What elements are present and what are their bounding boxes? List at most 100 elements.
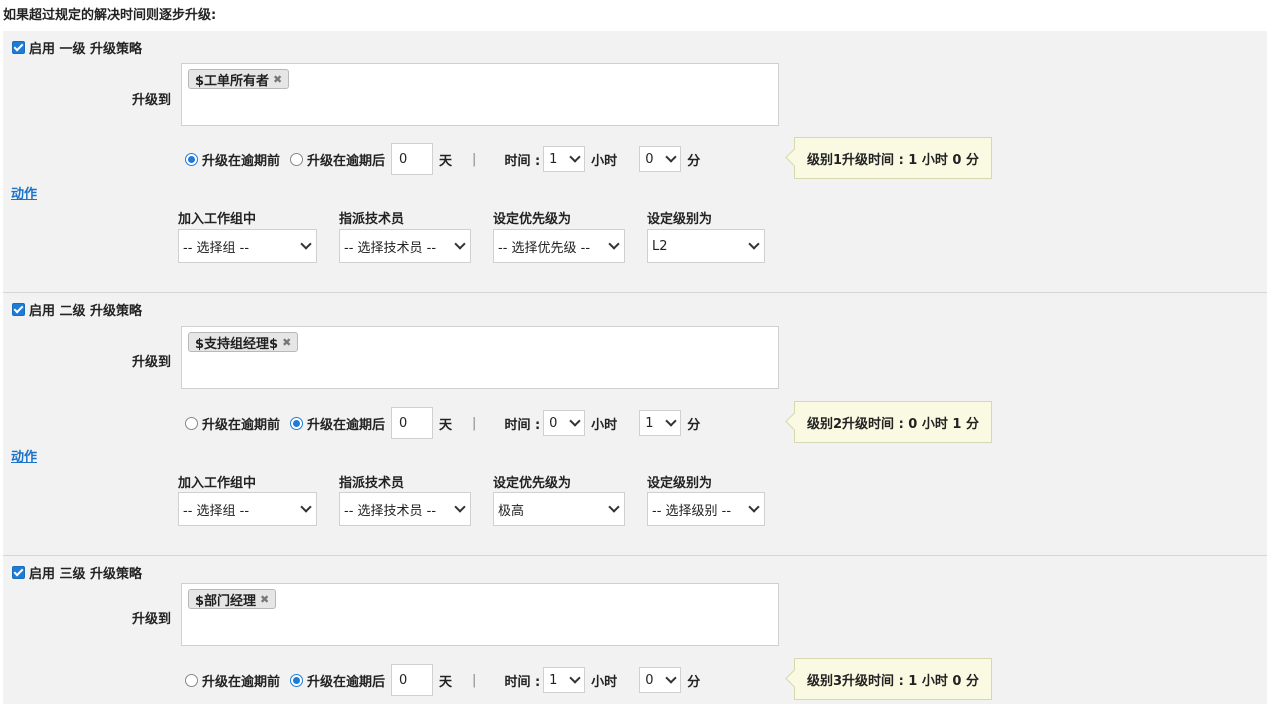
checkbox-checked-icon[interactable] — [12, 303, 25, 316]
level-select-value: -- 选择级别 -- — [652, 503, 732, 519]
recipient-chip-label: $部门经理 — [195, 593, 257, 609]
priority-select[interactable]: 极高 — [493, 492, 625, 526]
chevron-down-icon — [665, 415, 677, 427]
level-1-block: 启用 一级 升级策略 升级到 $工单所有者 ✖ 升级在逾期前 升级在逾期后 0 … — [3, 31, 1267, 293]
escalation-time-tip: 级别2升级时间 : 0 小时 1 分 — [794, 401, 992, 443]
minute-unit: 分 — [687, 674, 701, 690]
minute-select[interactable]: 0 — [639, 146, 682, 172]
separator: | — [472, 672, 477, 688]
priority-select[interactable]: -- 选择优先级 -- — [493, 229, 625, 263]
level-3-enable-label: 启用 三级 升级策略 — [29, 567, 143, 582]
days-unit: 天 — [439, 153, 453, 169]
level-label: 设定级别为 — [647, 212, 713, 227]
radio-before-overdue[interactable] — [185, 416, 198, 430]
chevron-down-icon — [665, 672, 677, 684]
chevron-down-icon — [454, 501, 466, 513]
hour-select[interactable]: 0 — [543, 410, 586, 436]
days-input[interactable]: 0 — [391, 664, 434, 696]
remove-icon[interactable]: ✖ — [260, 593, 269, 606]
recipient-chip: $部门经理 ✖ — [188, 589, 277, 609]
time-label: 时间 : — [504, 417, 541, 433]
technician-label: 指派技术员 — [339, 476, 405, 491]
chevron-down-icon — [300, 238, 312, 250]
escalate-to-label: 升级到 — [132, 93, 172, 108]
hour-unit: 小时 — [591, 153, 618, 169]
radio-after-overdue[interactable] — [290, 416, 304, 430]
chevron-down-icon — [748, 501, 760, 513]
minute-value: 0 — [645, 672, 654, 688]
level-3-block: 启用 三级 升级策略 升级到 $部门经理 ✖ 升级在逾期前 升级在逾期后 0 天… — [3, 556, 1267, 704]
chevron-down-icon — [569, 151, 581, 163]
action-link[interactable]: 动作 — [11, 446, 37, 465]
after-overdue-label: 升级在逾期后 — [307, 674, 386, 690]
level-3-enable[interactable]: 启用 三级 升级策略 — [12, 563, 142, 582]
radio-before-overdue[interactable] — [185, 673, 198, 687]
level-2-block: 启用 二级 升级策略 升级到 $支持组经理$ ✖ 升级在逾期前 升级在逾期后 0… — [3, 293, 1267, 556]
after-overdue-label: 升级在逾期后 — [307, 153, 386, 169]
escalate-to-input[interactable]: $工单所有者 ✖ — [181, 63, 779, 126]
chevron-down-icon — [569, 415, 581, 427]
remove-icon[interactable]: ✖ — [273, 73, 282, 86]
level-label: 设定级别为 — [647, 476, 713, 491]
chevron-down-icon — [300, 501, 312, 513]
radio-after-overdue[interactable] — [290, 152, 304, 166]
technician-select[interactable]: -- 选择技术员 -- — [339, 229, 471, 263]
priority-label: 设定优先级为 — [493, 212, 572, 227]
hour-select[interactable]: 1 — [543, 146, 586, 172]
chevron-down-icon — [748, 238, 760, 250]
group-label: 加入工作组中 — [178, 476, 257, 491]
chevron-down-icon — [608, 238, 620, 250]
escalate-to-label: 升级到 — [132, 612, 172, 627]
days-input[interactable]: 0 — [391, 407, 434, 439]
level-2-enable-label: 启用 二级 升级策略 — [29, 304, 143, 319]
separator: | — [472, 415, 477, 431]
chevron-down-icon — [608, 501, 620, 513]
radio-before-overdue[interactable] — [185, 152, 198, 166]
level-1-enable[interactable]: 启用 一级 升级策略 — [12, 38, 142, 57]
hour-select[interactable]: 1 — [543, 667, 586, 693]
timing-row: 升级在逾期前 升级在逾期后 0 天 | 时间 : 1 小时 0 分 — [185, 664, 700, 696]
hour-value: 1 — [549, 151, 558, 167]
before-overdue-label: 升级在逾期前 — [202, 153, 281, 169]
timing-row: 升级在逾期前 升级在逾期后 0 天 | 时间 : 0 小时 1 分 — [185, 407, 700, 439]
minute-unit: 分 — [687, 417, 701, 433]
level-2-enable[interactable]: 启用 二级 升级策略 — [12, 300, 142, 319]
recipient-chip-label: $工单所有者 — [195, 73, 270, 89]
chevron-down-icon — [665, 151, 677, 163]
level-select-value: L2 — [652, 238, 668, 254]
page-heading: 如果超过规定的解决时间则逐步升级: — [3, 8, 217, 23]
priority-label: 设定优先级为 — [493, 476, 572, 491]
level-select[interactable]: -- 选择级别 -- — [647, 492, 765, 526]
level-select[interactable]: L2 — [647, 229, 765, 263]
minute-select[interactable]: 0 — [639, 667, 682, 693]
technician-label: 指派技术员 — [339, 212, 405, 227]
before-overdue-label: 升级在逾期前 — [202, 417, 281, 433]
days-input[interactable]: 0 — [391, 143, 434, 175]
escalate-to-input[interactable]: $支持组经理$ ✖ — [181, 326, 779, 389]
time-label: 时间 : — [504, 153, 541, 169]
group-select[interactable]: -- 选择组 -- — [178, 229, 317, 263]
priority-select-value: 极高 — [498, 503, 525, 519]
chevron-down-icon — [454, 238, 466, 250]
minute-select[interactable]: 1 — [639, 410, 682, 436]
action-link[interactable]: 动作 — [11, 183, 37, 202]
checkbox-checked-icon[interactable] — [12, 566, 25, 579]
checkbox-checked-icon[interactable] — [12, 41, 25, 54]
recipient-chip: $支持组经理$ ✖ — [188, 332, 299, 352]
minute-unit: 分 — [687, 153, 701, 169]
minute-value: 0 — [645, 151, 654, 167]
days-unit: 天 — [439, 674, 453, 690]
chevron-down-icon — [569, 672, 581, 684]
remove-icon[interactable]: ✖ — [282, 336, 291, 349]
radio-after-overdue[interactable] — [290, 673, 304, 687]
after-overdue-label: 升级在逾期后 — [307, 417, 386, 433]
before-overdue-label: 升级在逾期前 — [202, 674, 281, 690]
escalate-to-label: 升级到 — [132, 355, 172, 370]
hour-unit: 小时 — [591, 417, 618, 433]
group-select[interactable]: -- 选择组 -- — [178, 492, 317, 526]
group-select-value: -- 选择组 -- — [183, 503, 250, 519]
separator: | — [472, 151, 477, 167]
escalation-time-tip: 级别1升级时间 : 1 小时 0 分 — [794, 137, 992, 179]
escalate-to-input[interactable]: $部门经理 ✖ — [181, 583, 779, 646]
technician-select[interactable]: -- 选择技术员 -- — [339, 492, 471, 526]
